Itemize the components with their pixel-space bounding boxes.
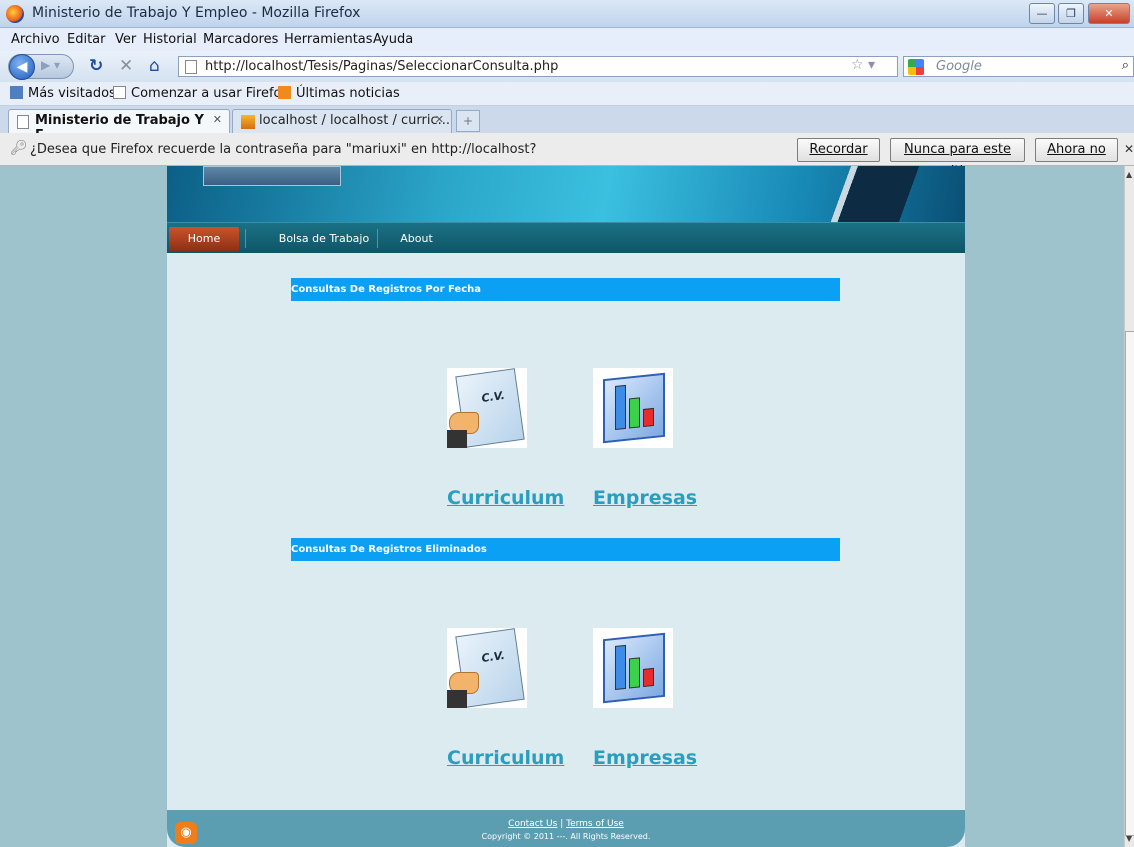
site-banner (167, 166, 967, 222)
nav-bolsa-de-trabajo[interactable]: Bolsa de Trabajo (259, 227, 389, 251)
site-footer: ◉ Contact Us | Terms of Use Copyright © … (167, 810, 965, 847)
scroll-up-arrow-icon[interactable]: ▲ (1126, 170, 1132, 179)
scrollbar-thumb[interactable] (1125, 331, 1134, 836)
sleeve-graphic (447, 430, 467, 448)
feed-icon (278, 86, 291, 99)
page-icon (17, 115, 29, 129)
close-tab-icon[interactable]: ✕ (435, 113, 444, 126)
contact-us-link[interactable]: Contact Us (508, 819, 557, 829)
bar-chart-cube-icon[interactable] (593, 628, 673, 708)
back-forward-group: ◀ ▶ ▾ (8, 54, 74, 80)
red-bar (643, 407, 654, 428)
close-window-icon[interactable]: ✕ (1088, 3, 1130, 24)
tab-strip: Ministerio de Trabajo Y E... ✕ localhost… (0, 106, 1134, 143)
footer-separator: | (560, 819, 564, 829)
search-icon[interactable]: ⌕ (1122, 58, 1129, 73)
site-container: Home Bolsa de Trabajo About Consultas De… (167, 166, 967, 847)
sleeve-graphic (447, 690, 467, 708)
menu-archivo[interactable]: Archivo (11, 32, 60, 47)
title-bar: Ministerio de Trabajo Y Empleo - Mozilla… (0, 0, 1134, 28)
bookmark-label: Últimas noticias (296, 86, 400, 101)
tab-phpmyadmin[interactable]: localhost / localhost / curric... ✕ (232, 109, 452, 133)
blue-bar (615, 384, 626, 430)
tab-ministerio[interactable]: Ministerio de Trabajo Y E... ✕ (8, 109, 230, 143)
not-now-button[interactable]: Ahora no (1035, 138, 1118, 162)
banner-image (203, 166, 341, 186)
menu-editar[interactable]: Editar (67, 32, 106, 47)
most-visited-icon (10, 86, 23, 99)
chart-cube (603, 372, 665, 444)
search-input[interactable]: Google ⌕ (903, 56, 1134, 77)
reload-icon[interactable]: ↻ (89, 56, 103, 76)
navigation-toolbar: ◀ ▶ ▾ ↻ ✕ ⌂ http://localhost/Tesis/Pagin… (0, 51, 1134, 82)
link-curriculum-eliminados[interactable]: Curriculum (447, 747, 564, 769)
green-bar (629, 397, 640, 429)
menu-ver[interactable]: Ver (115, 32, 136, 47)
nav-separator (245, 229, 246, 248)
new-tab-button[interactable]: + (456, 110, 480, 132)
nav-about[interactable]: About (389, 227, 444, 251)
bookmark-mas-visitados[interactable]: Más visitados (10, 86, 116, 101)
tab-label: localhost / localhost / curric... (259, 113, 451, 128)
search-placeholder: Google (936, 59, 982, 74)
cv-text-graphic: C.V. (480, 648, 506, 666)
remember-button[interactable]: Recordar (797, 138, 880, 162)
menu-marcadores[interactable]: Marcadores (203, 32, 278, 47)
copyright-text: Copyright © 2011 ---. All Rights Reserve… (481, 832, 651, 841)
key-icon: 🔑︎ (10, 140, 28, 156)
url-text: http://localhost/Tesis/Paginas/Seleccion… (205, 59, 559, 74)
window-title: Ministerio de Trabajo Y Empleo - Mozilla… (32, 5, 361, 21)
home-icon[interactable]: ⌂ (149, 56, 160, 76)
menu-historial[interactable]: Historial (143, 32, 197, 47)
terms-of-use-link[interactable]: Terms of Use (566, 819, 624, 829)
menu-herramientas[interactable]: Herramientas (284, 32, 373, 47)
maximize-icon[interactable]: ❐ (1058, 3, 1084, 24)
link-curriculum-por-fecha[interactable]: Curriculum (447, 487, 564, 509)
cv-document-hand-icon[interactable]: C.V. (447, 628, 527, 708)
bar-chart-cube-icon[interactable] (593, 368, 673, 448)
bookmarks-toolbar: Más visitados Comenzar a usar Firefox Úl… (0, 82, 1134, 106)
stop-icon[interactable]: ✕ (119, 56, 133, 76)
password-notification-bar: 🔑︎ ¿Desea que Firefox recuerde la contra… (0, 133, 1134, 179)
blue-bar (615, 644, 626, 690)
footer-links: Contact Us | Terms of Use (167, 819, 965, 829)
notification-message: ¿Desea que Firefox recuerde la contraseñ… (30, 142, 537, 157)
site-navigation: Home Bolsa de Trabajo About (167, 222, 965, 253)
bookmark-ultimas-noticias[interactable]: Últimas noticias (278, 86, 400, 101)
vertical-scrollbar[interactable]: ▲ ▼ (1124, 166, 1134, 847)
nav-separator (377, 229, 378, 248)
menu-ayuda[interactable]: Ayuda (373, 32, 413, 47)
chart-cube (603, 632, 665, 704)
never-for-site-button[interactable]: Nunca para este sitio (890, 138, 1025, 179)
bookmark-star-icon[interactable]: ☆ ▾ (851, 57, 875, 73)
scroll-down-arrow-icon[interactable]: ▼ (1126, 834, 1132, 843)
bookmark-label: Más visitados (28, 86, 116, 101)
google-icon[interactable] (908, 59, 924, 75)
nav-home[interactable]: Home (169, 227, 239, 251)
browser-window: Ministerio de Trabajo Y Empleo - Mozilla… (0, 0, 1134, 847)
section-title-eliminados: Consultas De Registros Eliminados (291, 538, 840, 561)
menu-bar: Archivo Editar Ver Historial Marcadores … (0, 28, 1134, 51)
close-notification-icon[interactable]: ✕ (1124, 142, 1134, 156)
link-empresas-por-fecha[interactable]: Empresas (593, 487, 697, 509)
minimize-icon[interactable]: — (1029, 3, 1055, 24)
bookmark-label: Comenzar a usar Firefox (131, 86, 289, 101)
link-empresas-eliminados[interactable]: Empresas (593, 747, 697, 769)
firefox-logo-icon (6, 5, 24, 23)
forward-arrow-icon[interactable]: ▶ ▾ (41, 58, 60, 72)
back-arrow-icon[interactable]: ◀ (9, 54, 35, 80)
cv-document-hand-icon[interactable]: C.V. (447, 368, 527, 448)
red-bar (643, 667, 654, 688)
section-title-por-fecha: Consultas De Registros Por Fecha (291, 278, 840, 301)
cv-text-graphic: C.V. (480, 388, 506, 406)
banner-figure (817, 166, 967, 222)
page-viewport: Home Bolsa de Trabajo About Consultas De… (0, 166, 1124, 847)
page-icon (185, 60, 197, 74)
page-icon (113, 86, 126, 99)
close-tab-icon[interactable]: ✕ (213, 113, 222, 126)
bookmark-comenzar[interactable]: Comenzar a usar Firefox (113, 86, 289, 101)
address-bar[interactable]: http://localhost/Tesis/Paginas/Seleccion… (178, 56, 898, 77)
green-bar (629, 657, 640, 689)
phpmyadmin-icon (241, 115, 255, 129)
